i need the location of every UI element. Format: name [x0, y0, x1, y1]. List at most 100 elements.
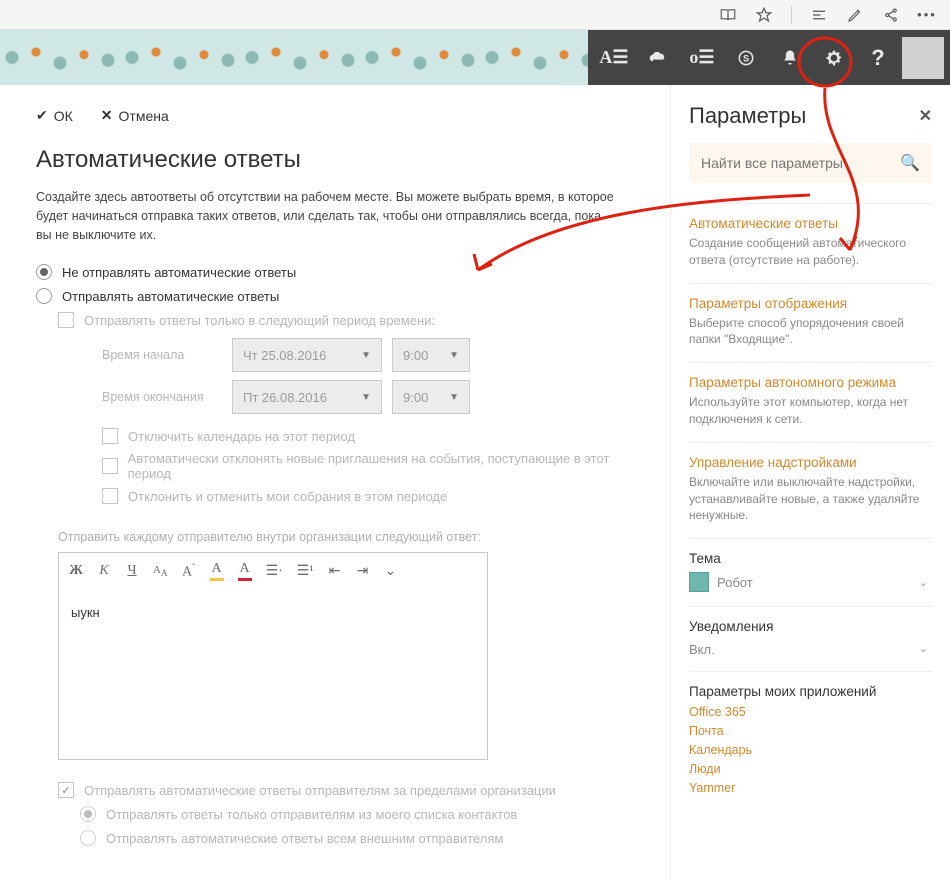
chevron-down-icon: ▼: [361, 392, 371, 403]
checkbox-send-outside[interactable]: Отправлять автоматические ответы отправи…: [58, 782, 642, 798]
theme-swatch: [689, 572, 709, 592]
end-time-select[interactable]: 9:00 ▼: [392, 380, 470, 414]
search-icon: 🔍: [900, 153, 920, 173]
section-theme[interactable]: Тема Робот ⌄: [689, 538, 932, 606]
apps-heading: Параметры моих приложений: [689, 684, 932, 699]
radio-icon: [36, 264, 52, 280]
browser-toolbar: •••: [0, 0, 950, 30]
radio-icon: [36, 288, 52, 304]
end-date-value: Пт 26.08.2016: [243, 390, 327, 405]
checkbox-block-calendar[interactable]: Отключить календарь на этот период: [102, 428, 642, 444]
checkbox-label: Отправлять автоматические ответы отправи…: [84, 783, 556, 798]
checkbox-label: Отклонить и отменить мои собрания в этом…: [128, 489, 447, 504]
section-link: Параметры отображения: [689, 296, 932, 311]
checkbox-decline-new[interactable]: Автоматически отклонять новые приглашени…: [102, 451, 642, 481]
section-link: Автоматические ответы: [689, 216, 932, 231]
section-link: Параметры автономного режима: [689, 375, 932, 390]
highlight-button[interactable]: A: [210, 561, 224, 581]
section-notifications[interactable]: Уведомления Вкл. ⌄: [689, 606, 932, 671]
section-sub: Создание сообщений автоматического ответ…: [689, 236, 906, 267]
hub-icon[interactable]: [810, 6, 828, 24]
app-links: Office 365 Почта Календарь Люди Yammer: [689, 705, 932, 795]
profile-avatar[interactable]: [902, 37, 944, 79]
app-link[interactable]: Календарь: [689, 743, 932, 757]
section-addins[interactable]: Управление надстройками Включайте или вы…: [689, 442, 932, 538]
checkbox-label: Автоматически отклонять новые приглашени…: [128, 451, 642, 481]
help-icon[interactable]: ?: [858, 38, 898, 78]
numbering-button[interactable]: ☰¹: [297, 563, 314, 580]
page-description: Создайте здесь автоответы об отсутствии …: [36, 188, 616, 244]
editor-body[interactable]: ыукн: [59, 589, 487, 759]
section-link: Управление надстройками: [689, 455, 932, 470]
action-row: ✔ ОК ✕ Отмена: [36, 107, 642, 124]
radio-icon: [80, 806, 96, 822]
radio-label: Отправлять автоматические ответы: [62, 289, 279, 304]
section-sub: Используйте этот компьютер, когда нет по…: [689, 395, 908, 426]
outdent-button[interactable]: ⇤: [328, 563, 342, 580]
chevron-down-icon: ▼: [361, 350, 371, 361]
italic-button[interactable]: К: [97, 563, 111, 579]
font-color-button[interactable]: A: [238, 561, 252, 581]
bold-button[interactable]: Ж: [69, 563, 83, 579]
notes-icon[interactable]: [846, 6, 864, 24]
content-area: ✔ ОК ✕ Отмена Автоматические ответы Созд…: [0, 85, 950, 880]
checkbox-label: Отправлять ответы только в следующий пер…: [84, 313, 435, 328]
app-link[interactable]: Yammer: [689, 781, 932, 795]
star-icon[interactable]: [755, 6, 773, 24]
ok-label: ОК: [54, 108, 73, 124]
separator: [791, 6, 792, 24]
share-icon[interactable]: [882, 6, 900, 24]
section-offline[interactable]: Параметры автономного режима Используйте…: [689, 362, 932, 442]
end-time-row: Время окончания Пт 26.08.2016 ▼ 9:00 ▼: [102, 380, 642, 414]
radio-dont-send[interactable]: Не отправлять автоматические ответы: [36, 264, 642, 280]
editor-toolbar: Ж К Ч AA Aˇ A A ☰· ☰¹ ⇤ ⇥ ⌄: [59, 553, 487, 589]
font-size-button[interactable]: AA: [153, 564, 168, 578]
radio-all-external[interactable]: Отправлять автоматические ответы всем вн…: [80, 830, 642, 846]
section-display[interactable]: Параметры отображения Выберите способ уп…: [689, 283, 932, 363]
app-ax-icon[interactable]: A☰: [594, 38, 634, 78]
radio-send[interactable]: Отправлять автоматические ответы: [36, 288, 642, 304]
radio-contacts-only[interactable]: Отправлять ответы только отправителям из…: [80, 806, 642, 822]
start-date-select[interactable]: Чт 25.08.2016 ▼: [232, 338, 382, 372]
notifications-value: Вкл.: [689, 642, 715, 657]
bell-icon[interactable]: [770, 38, 810, 78]
internal-message-label: Отправить каждому отправителю внутри орг…: [58, 530, 642, 544]
notifications-label: Уведомления: [689, 619, 932, 634]
onedrive-icon[interactable]: [638, 38, 678, 78]
checkbox-icon: [102, 458, 118, 474]
bullets-button[interactable]: ☰·: [266, 563, 283, 580]
app-link[interactable]: Office 365: [689, 705, 932, 719]
more-icon[interactable]: •••: [918, 6, 936, 24]
settings-header: Параметры ✕: [689, 103, 932, 129]
end-date-select[interactable]: Пт 26.08.2016 ▼: [232, 380, 382, 414]
close-icon[interactable]: ✕: [919, 106, 932, 126]
gear-icon[interactable]: [814, 38, 854, 78]
more-format-icon[interactable]: ⌄: [384, 563, 398, 580]
chevron-down-icon: ⌄: [919, 642, 928, 655]
indent-button[interactable]: ⇥: [356, 563, 370, 580]
main-panel: ✔ ОК ✕ Отмена Автоматические ответы Созд…: [0, 85, 670, 880]
checkbox-period[interactable]: Отправлять ответы только в следующий пер…: [58, 312, 642, 328]
app-link[interactable]: Люди: [689, 762, 932, 776]
skype-icon[interactable]: S: [726, 38, 766, 78]
checkbox-icon: [58, 782, 74, 798]
ok-button[interactable]: ✔ ОК: [36, 107, 73, 124]
start-time-select[interactable]: 9:00 ▼: [392, 338, 470, 372]
start-date-value: Чт 25.08.2016: [243, 348, 326, 363]
page-title: Автоматические ответы: [36, 146, 642, 174]
cancel-button[interactable]: ✕ Отмена: [101, 107, 169, 124]
reading-icon[interactable]: [719, 6, 737, 24]
font-family-button[interactable]: Aˇ: [182, 562, 196, 581]
checkbox-icon: [102, 428, 118, 444]
settings-title: Параметры: [689, 103, 806, 129]
close-icon: ✕: [101, 107, 113, 124]
app-link[interactable]: Почта: [689, 724, 932, 738]
outlook-icon[interactable]: o☰: [682, 38, 722, 78]
cancel-label: Отмена: [119, 108, 169, 124]
checkbox-cancel-meetings[interactable]: Отклонить и отменить мои собрания в этом…: [102, 488, 642, 504]
search-input[interactable]: [701, 155, 900, 171]
underline-button[interactable]: Ч: [125, 563, 139, 579]
settings-search[interactable]: 🔍: [689, 143, 932, 183]
chevron-down-icon: ▼: [449, 392, 459, 403]
section-autoreply[interactable]: Автоматические ответы Создание сообщений…: [689, 203, 932, 283]
